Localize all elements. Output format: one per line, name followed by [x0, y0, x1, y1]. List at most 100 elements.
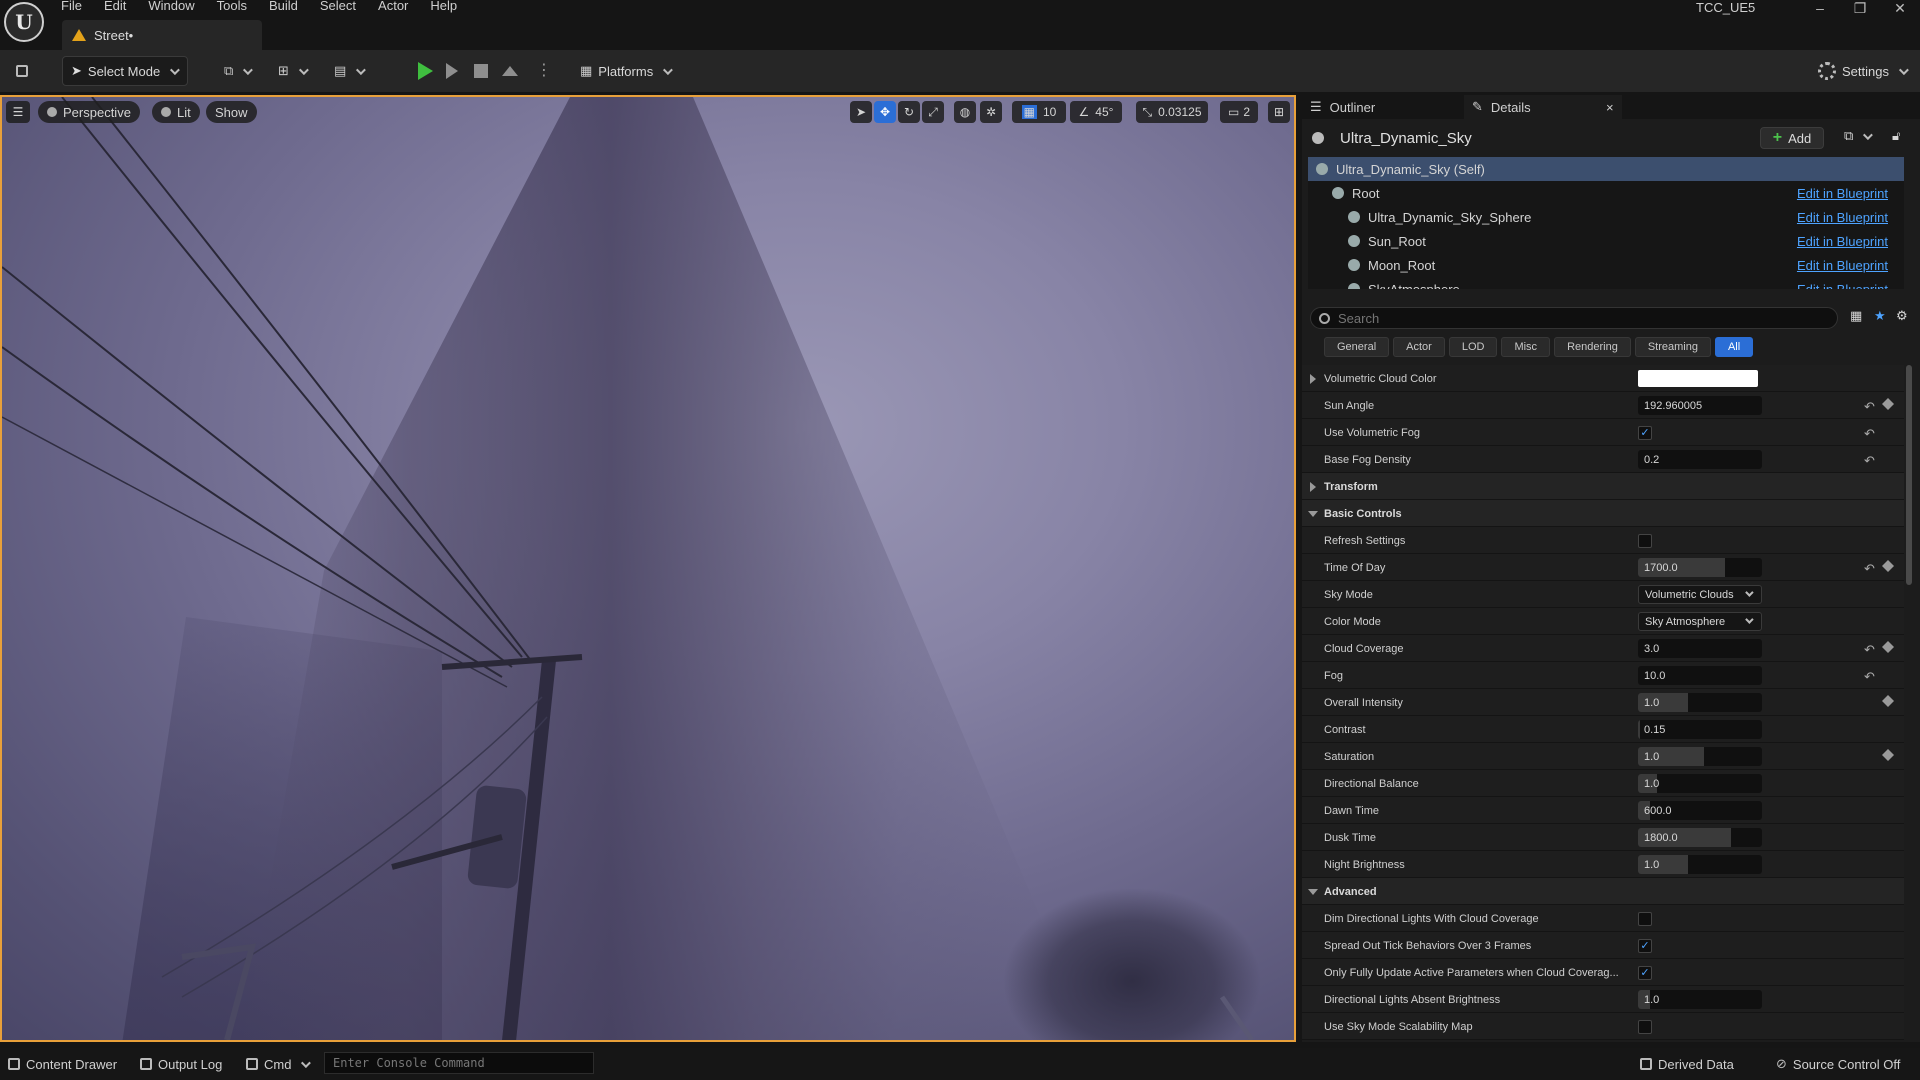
- eject-button[interactable]: [494, 56, 526, 86]
- collapsed-arrow-icon[interactable]: [1310, 482, 1316, 492]
- dropdown[interactable]: Sky Atmosphere: [1638, 612, 1762, 631]
- close-tab-button[interactable]: ×: [1598, 95, 1618, 119]
- numeric-field[interactable]: 1800.0: [1638, 828, 1762, 847]
- platforms-button[interactable]: ▦ Platforms: [572, 56, 678, 86]
- category-row[interactable]: Transform: [1302, 473, 1904, 500]
- filter-tab-streaming[interactable]: Streaming: [1634, 337, 1711, 357]
- component-row[interactable]: Ultra_Dynamic_Sky (Self): [1308, 157, 1904, 181]
- menu-edit[interactable]: Edit: [93, 0, 137, 14]
- cinematics-button[interactable]: ▤: [326, 56, 371, 86]
- keyframe-icon[interactable]: [1882, 398, 1894, 410]
- rotation-snap-button[interactable]: ∠ 45°: [1070, 101, 1122, 123]
- numeric-field[interactable]: 600.0: [1638, 801, 1762, 820]
- minimize-button[interactable]: –: [1800, 0, 1840, 20]
- settings-button[interactable]: Settings: [1810, 56, 1914, 86]
- world-local-button[interactable]: ◍: [954, 101, 976, 123]
- edit-in-blueprint-link[interactable]: Edit in Blueprint: [1797, 186, 1888, 201]
- edit-in-blueprint-link[interactable]: Edit in Blueprint: [1797, 258, 1888, 273]
- component-row[interactable]: Sun_Root Edit in Blueprint: [1308, 229, 1904, 253]
- keyframe-icon[interactable]: [1882, 749, 1894, 761]
- keyframe-icon[interactable]: [1882, 695, 1894, 707]
- perspective-button[interactable]: Perspective: [38, 101, 140, 123]
- numeric-field[interactable]: 0.2: [1638, 450, 1762, 469]
- reset-to-default-icon[interactable]: ↶: [1864, 453, 1875, 469]
- level-tab[interactable]: Street•: [62, 20, 262, 50]
- numeric-field[interactable]: 1.0: [1638, 774, 1762, 793]
- play-options-button[interactable]: ⋮: [528, 56, 560, 86]
- menu-actor[interactable]: Actor: [367, 0, 419, 14]
- reset-to-default-icon[interactable]: ↶: [1864, 561, 1875, 577]
- advance-frame-button[interactable]: [438, 56, 466, 86]
- keyframe-icon[interactable]: [1882, 641, 1894, 653]
- numeric-field[interactable]: 10.0: [1638, 666, 1762, 685]
- unreal-logo-icon[interactable]: U: [4, 2, 44, 42]
- filter-tab-rendering[interactable]: Rendering: [1554, 337, 1631, 357]
- menu-select[interactable]: Select: [309, 0, 367, 14]
- numeric-field[interactable]: 1.0: [1638, 990, 1762, 1009]
- save-button[interactable]: [8, 56, 36, 86]
- edit-in-blueprint-link[interactable]: Edit in Blueprint: [1797, 210, 1888, 225]
- category-row[interactable]: Basic Controls: [1302, 500, 1904, 527]
- reset-to-default-icon[interactable]: ↶: [1864, 669, 1875, 685]
- menu-file[interactable]: File: [50, 0, 93, 14]
- component-row[interactable]: Root Edit in Blueprint: [1308, 181, 1904, 205]
- reset-to-default-icon[interactable]: ↶: [1864, 642, 1875, 658]
- console-input[interactable]: Enter Console Command: [324, 1052, 594, 1074]
- component-row[interactable]: Ultra_Dynamic_Sky_Sphere Edit in Blueprin…: [1308, 205, 1904, 229]
- checkbox[interactable]: ✓: [1638, 426, 1652, 440]
- numeric-field[interactable]: 192.960005: [1638, 396, 1762, 415]
- collapsed-arrow-icon[interactable]: [1310, 374, 1316, 384]
- checkbox[interactable]: ✓: [1638, 966, 1652, 980]
- play-button[interactable]: [410, 56, 441, 86]
- category-row[interactable]: Advanced: [1302, 878, 1904, 905]
- component-row[interactable]: SkyAtmosphere Edit in Blueprint: [1308, 277, 1904, 289]
- blueprint-options-button[interactable]: ⧉: [1836, 125, 1878, 147]
- numeric-field[interactable]: 1.0: [1638, 693, 1762, 712]
- tab-outliner[interactable]: ☰ Outliner: [1302, 95, 1462, 119]
- table-view-button[interactable]: ▦: [1850, 305, 1862, 327]
- translate-tool-button[interactable]: ✥: [874, 101, 896, 123]
- scale-snap-button[interactable]: ⤡ 0.03125: [1136, 101, 1208, 123]
- numeric-field[interactable]: 1700.0: [1638, 558, 1762, 577]
- checkbox[interactable]: [1638, 912, 1652, 926]
- reset-to-default-icon[interactable]: ↶: [1864, 399, 1875, 415]
- menu-tools[interactable]: Tools: [206, 0, 258, 14]
- blueprint-button[interactable]: ⊞: [270, 56, 314, 86]
- expanded-arrow-icon[interactable]: [1308, 511, 1318, 517]
- lock-button[interactable]: 🔓︎: [1892, 125, 1900, 147]
- filter-tab-general[interactable]: General: [1324, 337, 1390, 357]
- color-swatch[interactable]: [1638, 370, 1758, 387]
- level-viewport[interactable]: ☰ Perspective Lit Show ➤ ✥ ↻ ⤢ ◍ ✲ ▦ 10 …: [0, 95, 1296, 1042]
- checkbox[interactable]: ✓: [1638, 939, 1652, 953]
- surface-snap-button[interactable]: ✲: [980, 101, 1002, 123]
- select-tool-button[interactable]: ➤: [850, 101, 872, 123]
- filter-tab-all[interactable]: All: [1714, 337, 1754, 357]
- add-content-button[interactable]: ⧉: [216, 56, 258, 86]
- menu-help[interactable]: Help: [419, 0, 468, 14]
- menu-window[interactable]: Window: [137, 0, 205, 14]
- favorites-button[interactable]: ★: [1874, 305, 1886, 327]
- edit-in-blueprint-link[interactable]: Edit in Blueprint: [1797, 282, 1888, 290]
- add-component-button[interactable]: + Add: [1760, 127, 1824, 149]
- component-row[interactable]: Moon_Root Edit in Blueprint: [1308, 253, 1904, 277]
- viewport-layout-button[interactable]: ⊞: [1268, 101, 1290, 123]
- edit-in-blueprint-link[interactable]: Edit in Blueprint: [1797, 234, 1888, 249]
- numeric-field[interactable]: 0.15: [1638, 720, 1762, 739]
- property-scrollbar[interactable]: [1906, 365, 1912, 585]
- source-control-button[interactable]: ⊘ Source Control Off: [1776, 1054, 1900, 1074]
- lit-button[interactable]: Lit: [152, 101, 200, 123]
- restore-button[interactable]: ❐: [1840, 0, 1880, 20]
- grid-snap-button[interactable]: ▦ 10: [1012, 101, 1066, 123]
- keyframe-icon[interactable]: [1882, 560, 1894, 572]
- checkbox[interactable]: [1638, 1020, 1652, 1034]
- content-drawer-button[interactable]: Content Drawer: [8, 1054, 117, 1074]
- numeric-field[interactable]: 1.0: [1638, 747, 1762, 766]
- checkbox[interactable]: [1638, 534, 1652, 548]
- select-mode-button[interactable]: ➤ Select Mode: [62, 56, 188, 86]
- filter-tab-misc[interactable]: Misc: [1501, 337, 1551, 357]
- filter-tab-actor[interactable]: Actor: [1393, 337, 1445, 357]
- search-input[interactable]: [1338, 310, 1818, 326]
- scale-tool-button[interactable]: ⤢: [922, 101, 944, 123]
- stop-button[interactable]: [466, 56, 496, 86]
- derived-data-button[interactable]: Derived Data: [1640, 1054, 1734, 1074]
